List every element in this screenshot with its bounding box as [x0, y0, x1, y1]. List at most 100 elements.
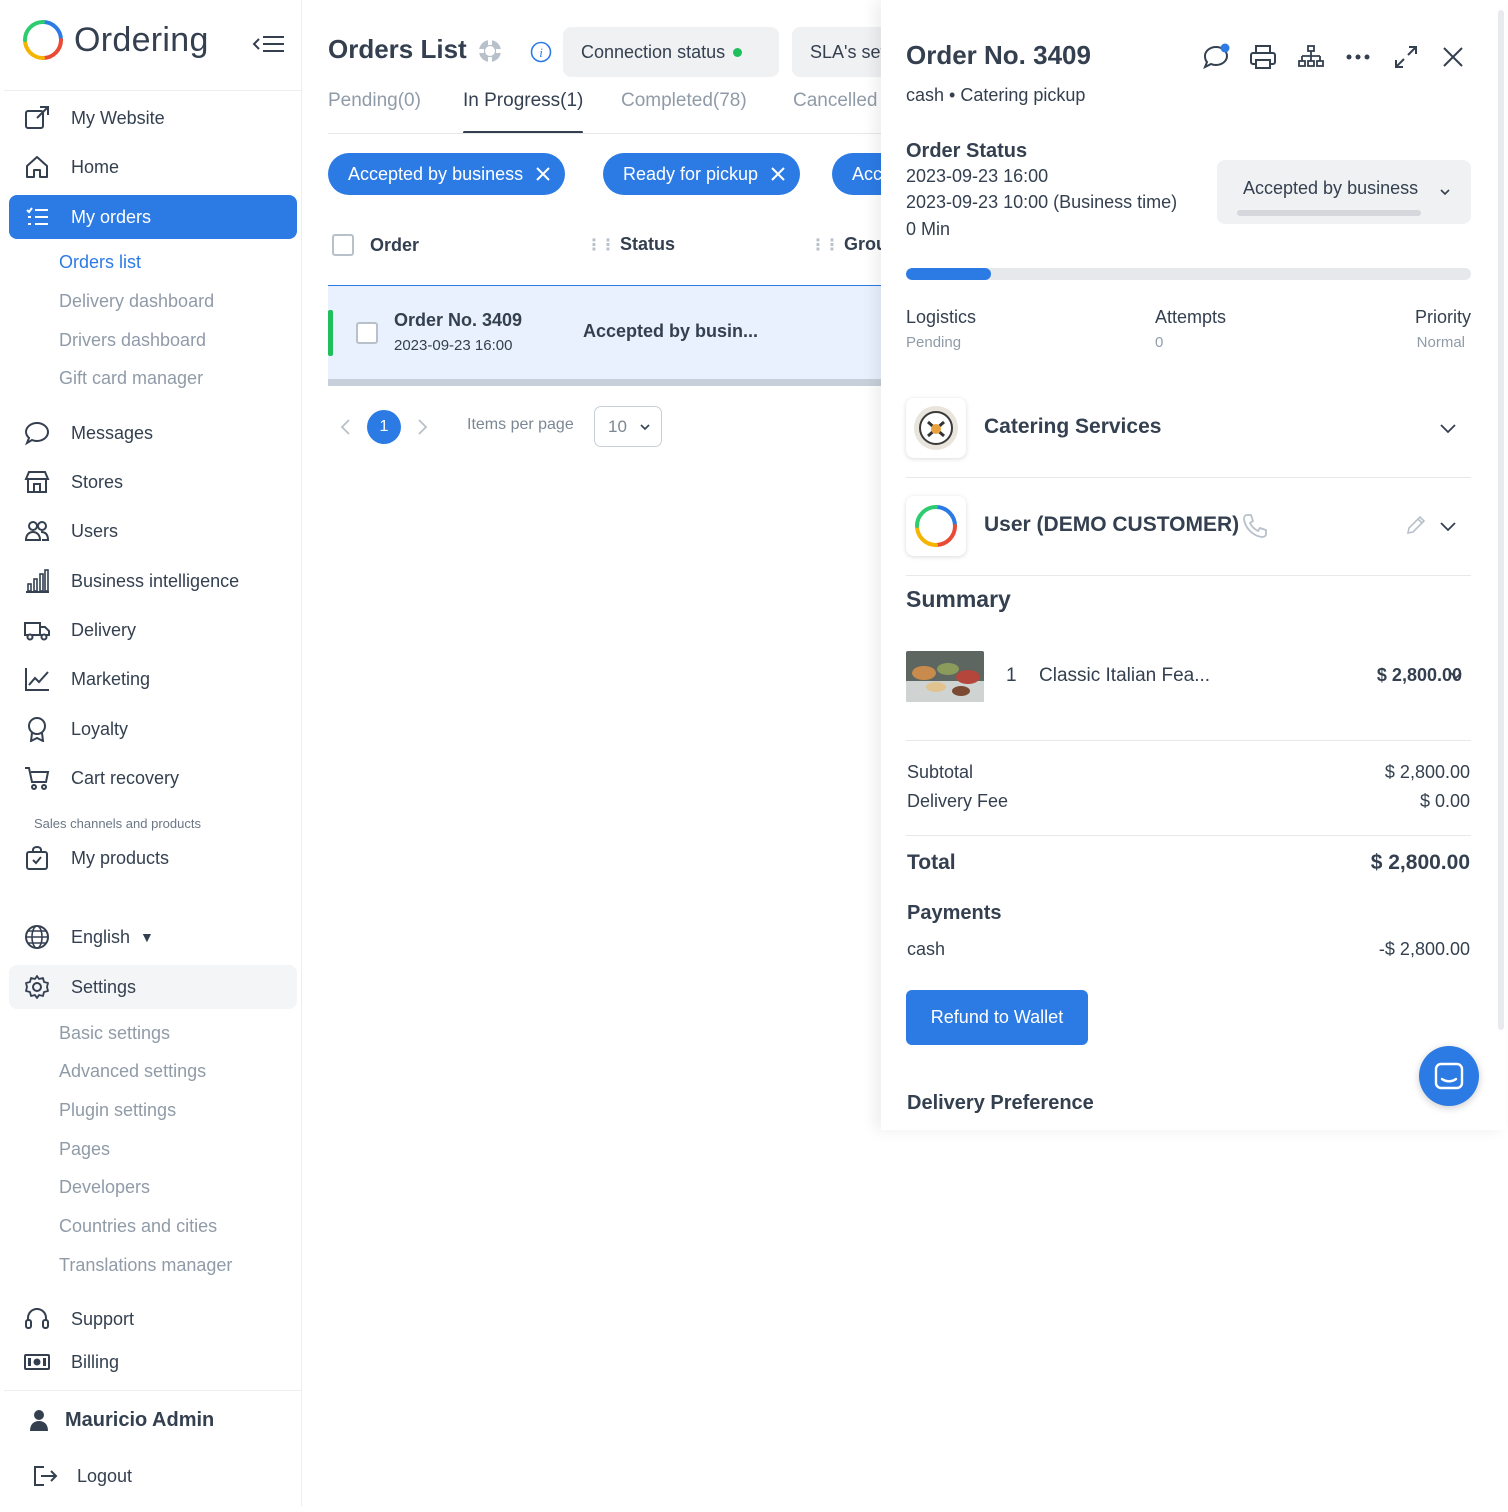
refund-to-wallet-button[interactable]: Refund to Wallet	[906, 990, 1088, 1045]
edit-icon[interactable]	[1405, 514, 1427, 536]
sla-settings-button[interactable]: SLA's settings	[792, 27, 881, 77]
logout-button[interactable]: Logout	[9, 1454, 297, 1498]
sidebar-item-my-orders[interactable]: My orders	[9, 195, 297, 239]
user-icon	[25, 1406, 53, 1434]
sidebar-item-marketing[interactable]: Marketing	[9, 657, 297, 701]
sidebar-item-label: Loyalty	[71, 718, 129, 739]
brand[interactable]: Ordering	[22, 18, 209, 62]
sidebar-subitem-developers[interactable]: Developers	[59, 1177, 150, 1198]
sidebar-subitem-delivery-dashboard[interactable]: Delivery dashboard	[59, 291, 214, 312]
messages-icon[interactable]	[1201, 42, 1231, 72]
select-all-checkbox[interactable]	[332, 234, 354, 256]
sidebar-item-delivery[interactable]: Delivery	[9, 608, 297, 652]
sidebar-item-label: My products	[71, 847, 170, 868]
drag-handle-icon[interactable]: ⋮⋮	[586, 235, 616, 255]
close-icon[interactable]	[1438, 42, 1468, 72]
sidebar-subitem-countries-cities[interactable]: Countries and cities	[59, 1216, 217, 1237]
sidebar-item-support[interactable]: Support	[9, 1297, 297, 1341]
page-title: Orders List	[328, 34, 467, 64]
sidebar-item-business-intelligence[interactable]: Business intelligence	[9, 559, 297, 603]
sidebar-item-messages[interactable]: Messages	[9, 411, 297, 455]
sidebar-subitem-plugin-settings[interactable]: Plugin settings	[59, 1100, 176, 1121]
page-number-current[interactable]: 1	[367, 410, 401, 444]
chevron-down-icon[interactable]	[1438, 519, 1458, 533]
sidebar-item-home[interactable]: Home	[9, 145, 297, 189]
panel-scrollbar[interactable]	[1498, 10, 1504, 1030]
bar-chart-icon	[23, 567, 51, 595]
row-checkbox[interactable]	[356, 322, 378, 344]
lifebuoy-icon[interactable]	[477, 38, 503, 64]
globe-icon	[23, 923, 51, 951]
chevron-right-icon[interactable]	[415, 418, 429, 436]
sidebar-subitem-basic-settings[interactable]: Basic settings	[59, 1023, 170, 1044]
business-logo	[906, 398, 966, 458]
divider	[4, 1390, 302, 1391]
sidebar-subitem-pages[interactable]: Pages	[59, 1139, 110, 1160]
sidebar-item-stores[interactable]: Stores	[9, 460, 297, 504]
sidebar-item-billing[interactable]: Billing	[9, 1340, 297, 1384]
info-icon[interactable]: i	[530, 41, 552, 63]
language-selector[interactable]: English ▼	[9, 915, 297, 959]
sidebar-subitem-orders-list[interactable]: Orders list	[59, 252, 141, 273]
filter-chip-accepted[interactable]: Accepted	[832, 153, 881, 195]
delivery-fee-label: Delivery Fee	[907, 791, 1009, 811]
filter-chip-accepted-by-business[interactable]: Accepted by business	[328, 153, 566, 195]
caret-down-icon: ▼	[140, 929, 154, 945]
sidebar-item-loyalty[interactable]: Loyalty	[9, 707, 297, 751]
chevron-down-icon	[1440, 189, 1450, 196]
row-order-date: 2023-09-23 16:00	[394, 337, 513, 354]
line-chart-icon	[23, 665, 51, 693]
row-order-number: Order No. 3409	[394, 310, 523, 330]
sidebar-item-my-products[interactable]: My products	[9, 836, 297, 880]
close-icon[interactable]	[770, 166, 786, 182]
status-select[interactable]: Accepted by business	[1217, 160, 1471, 224]
column-header-order: Order	[370, 234, 420, 255]
order-subtitle: cash • Catering pickup	[906, 85, 1086, 105]
sidebar-subitem-advanced-settings[interactable]: Advanced settings	[59, 1061, 206, 1082]
more-options-icon[interactable]	[1343, 42, 1373, 72]
item-name: Classic Italian Fea...	[1039, 665, 1211, 686]
home-icon	[23, 153, 51, 181]
sidebar-subitem-gift-card-manager[interactable]: Gift card manager	[59, 368, 203, 389]
users-icon	[23, 517, 51, 545]
sidebar-item-my-website[interactable]: My Website	[9, 96, 297, 140]
tab-in-progress[interactable]: In Progress(1)	[463, 90, 584, 134]
connection-status-label: Connection status	[581, 41, 726, 62]
order-progress-bar	[906, 268, 1471, 280]
user-profile[interactable]: Mauricio Admin	[9, 1398, 297, 1442]
tab-completed[interactable]: Completed(78)	[621, 90, 747, 134]
sidebar-item-users[interactable]: Users	[9, 509, 297, 553]
sla-settings-label: SLA's settings	[810, 41, 881, 62]
close-icon[interactable]	[535, 166, 551, 182]
sidebar-item-settings[interactable]: Settings	[9, 965, 297, 1009]
row-scrollbar[interactable]	[328, 379, 881, 386]
tab-cancelled[interactable]: Cancelled	[793, 90, 878, 134]
chevron-left-icon[interactable]	[339, 418, 353, 436]
order-detail-panel: Order No. 3409 cash • Catering pickup Or…	[881, 0, 1506, 1130]
product-image	[906, 651, 984, 702]
tab-pending[interactable]: Pending(0)	[328, 90, 421, 134]
column-header-group-wrap[interactable]: ⋮⋮ Group	[810, 234, 881, 255]
chip-label: Accepted	[852, 163, 881, 184]
sidebar: Ordering My Website Home My orders Order…	[4, 0, 302, 1506]
column-header-status-wrap[interactable]: ⋮⋮ Status	[586, 234, 675, 255]
table-row[interactable]: Order No. 3409 2023-09-23 16:00 Accepted…	[328, 285, 881, 379]
items-per-page-select[interactable]: 10	[594, 406, 662, 447]
drag-handle-icon[interactable]: ⋮⋮	[810, 235, 840, 255]
phone-icon[interactable]	[1241, 512, 1269, 540]
sidebar-subitem-drivers-dashboard[interactable]: Drivers dashboard	[59, 330, 206, 351]
sidebar-item-cart-recovery[interactable]: Cart recovery	[9, 756, 297, 800]
sidebar-subitem-translations-manager[interactable]: Translations manager	[59, 1255, 232, 1276]
chevron-down-icon[interactable]	[1438, 421, 1458, 435]
ordering-logo-icon	[23, 20, 63, 60]
printer-icon[interactable]	[1248, 42, 1278, 72]
connection-status-button[interactable]: Connection status	[563, 27, 779, 77]
filter-chip-ready-for-pickup[interactable]: Ready for pickup	[603, 153, 801, 195]
subtotal-label: Subtotal	[907, 762, 974, 782]
chat-launcher-button[interactable]	[1419, 1046, 1479, 1106]
sitemap-icon[interactable]	[1296, 42, 1326, 72]
collapse-menu-icon[interactable]	[250, 30, 286, 58]
app-name: Ordering	[74, 20, 209, 59]
chevron-down-icon[interactable]	[1449, 670, 1463, 682]
expand-icon[interactable]	[1391, 42, 1421, 72]
